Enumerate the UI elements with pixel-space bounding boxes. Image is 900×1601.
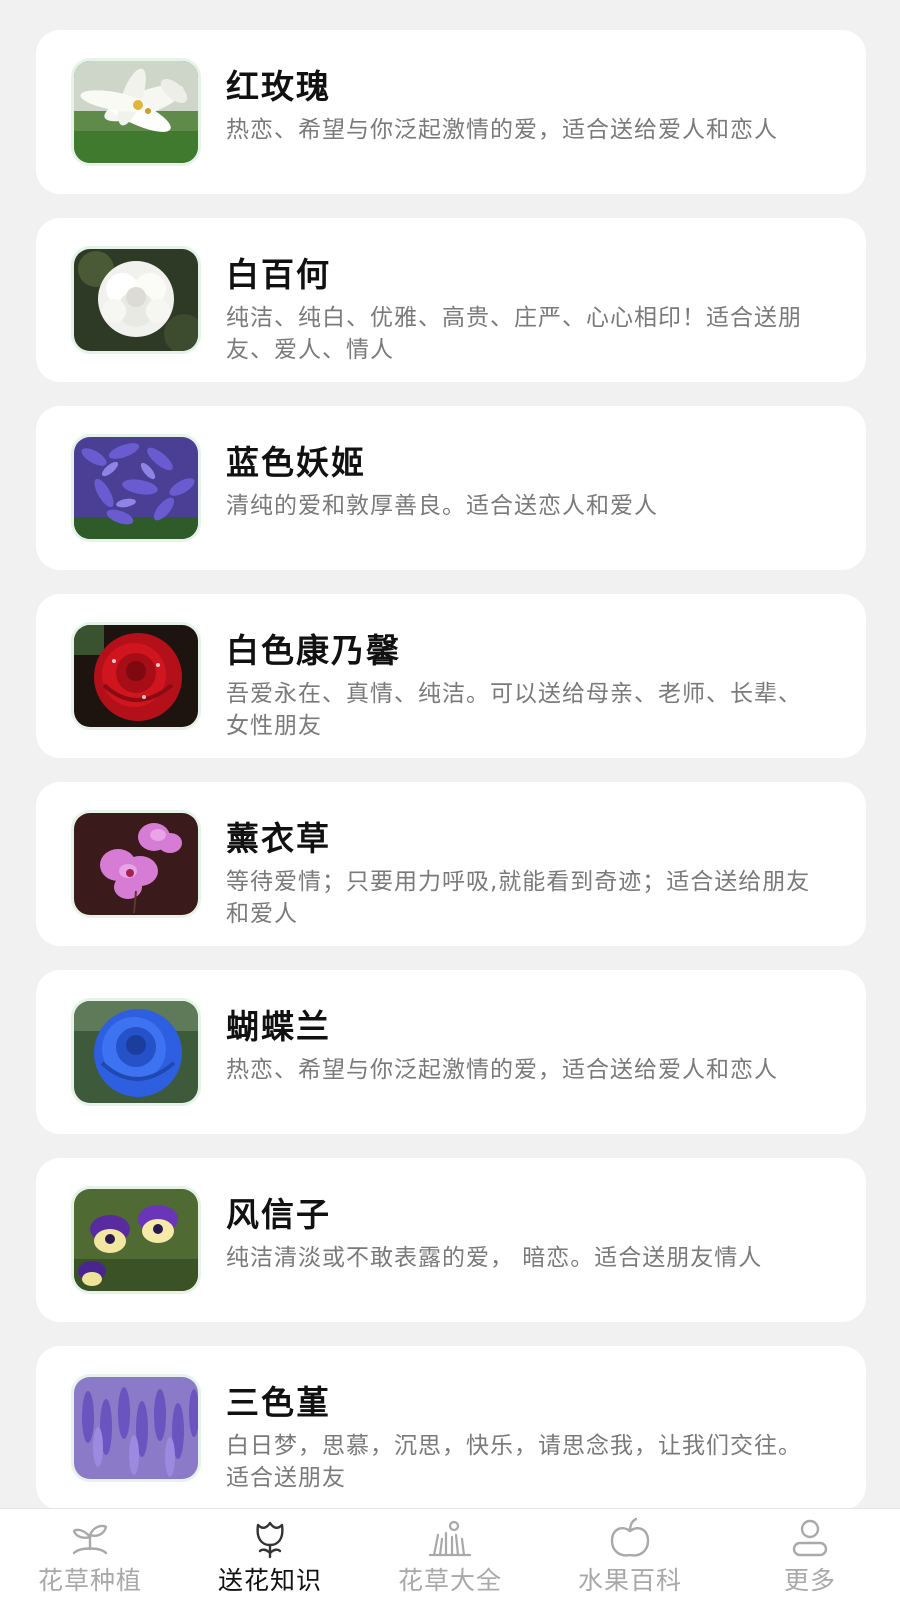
flower-list[interactable]: 红玫瑰 热恋、希望与你泛起激情的爱，适合送给爱人和恋人 白百何 纯洁、纯白、优雅… [0, 0, 900, 1508]
flower-card[interactable]: 三色堇 白日梦，思慕，沉思，快乐，请思念我，让我们交往。适合送朋友 [36, 1346, 866, 1508]
blue-rose-photo [74, 1001, 198, 1103]
flower-card[interactable]: 蝴蝶兰 热恋、希望与你泛起激情的爱，适合送给爱人和恋人 [36, 970, 866, 1134]
tab-flower-encyclopedia[interactable]: 花草大全 [360, 1509, 540, 1601]
flower-name: 白色康乃馨 [226, 631, 401, 670]
flower-card[interactable]: 薰衣草 等待爱情；只要用力呼吸,就能看到奇迹；适合送给朋友和爱人 [36, 782, 866, 946]
flower-card[interactable]: 红玫瑰 热恋、希望与你泛起激情的爱，适合送给爱人和恋人 [36, 30, 866, 194]
flower-name: 白百何 [226, 255, 331, 294]
white-lily-photo [74, 61, 198, 163]
tulip-icon [246, 1517, 294, 1561]
pink-orchid-photo [74, 813, 198, 915]
tab-plant-growing[interactable]: 花草种植 [0, 1509, 180, 1601]
flower-name: 三色堇 [226, 1383, 331, 1422]
flower-card[interactable]: 白色康乃馨 吾爱永在、真情、纯洁。可以送给母亲、老师、长辈、女性朋友 [36, 594, 866, 758]
grass-icon [426, 1517, 474, 1561]
flower-description: 白日梦，思慕，沉思，快乐，请思念我，让我们交往。适合送朋友 [226, 1433, 802, 1491]
flower-name: 风信子 [226, 1195, 331, 1234]
tab-label: 花草种植 [37, 1566, 142, 1595]
purple-hyacinth-photo [74, 437, 198, 539]
tab-more[interactable]: 更多 [720, 1509, 900, 1601]
tab-label: 更多 [783, 1566, 836, 1595]
flower-description: 纯洁清淡或不敢表露的爱， 暗恋。适合送朋友情人 [226, 1245, 763, 1271]
person-icon [786, 1517, 834, 1561]
apple-icon [606, 1517, 654, 1561]
red-rose-photo [74, 625, 198, 727]
flower-name: 红玫瑰 [226, 67, 331, 106]
flower-description: 热恋、希望与你泛起激情的爱，适合送给爱人和恋人 [226, 1057, 778, 1083]
flower-description: 吾爱永在、真情、纯洁。可以送给母亲、老师、长辈、女性朋友 [226, 681, 802, 739]
white-carnation-photo [74, 249, 198, 351]
bottom-tab-bar: 花草种植 送花知识 花草大全 水果百科 更多 [0, 1508, 900, 1601]
flower-card[interactable]: 蓝色妖姬 清纯的爱和敦厚善良。适合送恋人和爱人 [36, 406, 866, 570]
flower-name: 蓝色妖姬 [226, 443, 366, 482]
flower-description: 纯洁、纯白、优雅、高贵、庄严、心心相印！适合送朋友、爱人、情人 [226, 305, 802, 363]
tab-flower-gifting[interactable]: 送花知识 [180, 1509, 360, 1601]
lavender-photo [74, 1377, 198, 1479]
flower-card[interactable]: 白百何 纯洁、纯白、优雅、高贵、庄严、心心相印！适合送朋友、爱人、情人 [36, 218, 866, 382]
flower-name: 蝴蝶兰 [226, 1007, 331, 1046]
flower-description: 热恋、希望与你泛起激情的爱，适合送给爱人和恋人 [226, 117, 778, 143]
tab-label: 水果百科 [577, 1566, 682, 1595]
tab-label: 花草大全 [397, 1566, 502, 1595]
flower-name: 薰衣草 [226, 819, 331, 858]
pansy-photo [74, 1189, 198, 1291]
tab-fruit-wiki[interactable]: 水果百科 [540, 1509, 720, 1601]
flower-card[interactable]: 风信子 纯洁清淡或不敢表露的爱， 暗恋。适合送朋友情人 [36, 1158, 866, 1322]
tab-label: 送花知识 [217, 1566, 322, 1595]
sprout-icon [66, 1517, 114, 1561]
flower-description: 清纯的爱和敦厚善良。适合送恋人和爱人 [226, 493, 658, 519]
flower-description: 等待爱情；只要用力呼吸,就能看到奇迹；适合送给朋友和爱人 [226, 869, 811, 927]
